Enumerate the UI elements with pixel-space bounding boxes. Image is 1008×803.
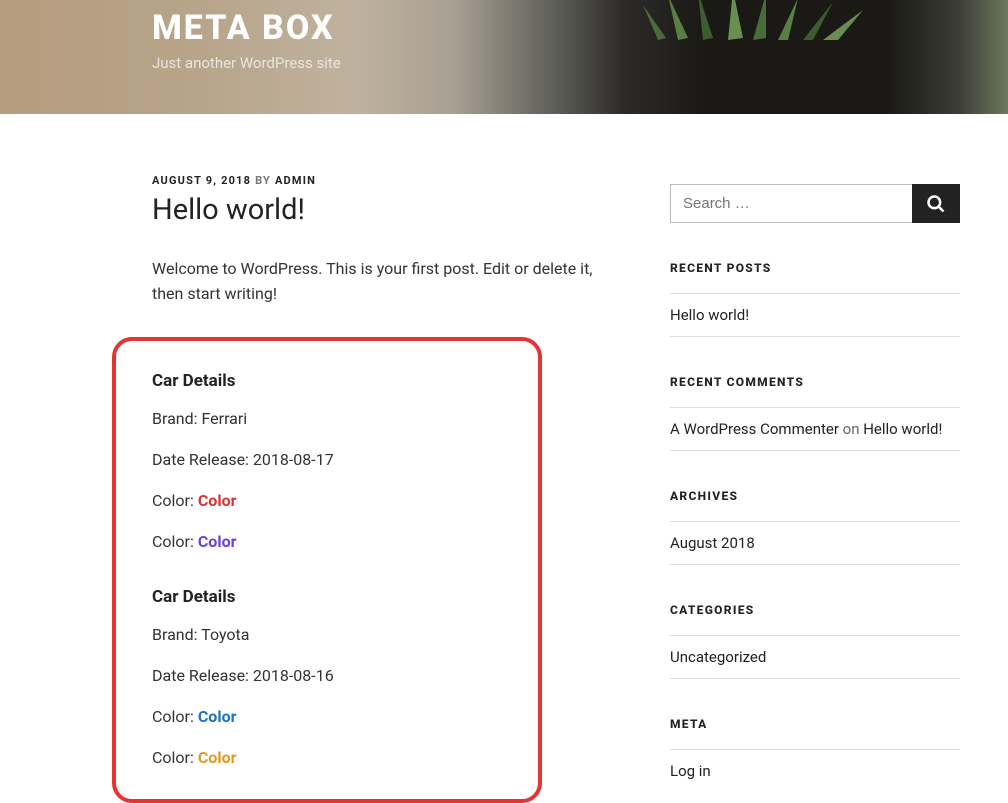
list-item: Log in — [670, 749, 960, 792]
car-brand-line: Brand: Toyota — [152, 625, 502, 644]
site-title[interactable]: META BOX — [152, 8, 1008, 48]
post-intro: Welcome to WordPress. This is your first… — [152, 257, 622, 307]
car-heading: Car Details — [152, 371, 502, 391]
login-link[interactable]: Log in — [670, 762, 711, 780]
hero-banner: META BOX Just another WordPress site — [0, 0, 1008, 114]
comment-target-link[interactable]: Hello world! — [863, 420, 942, 438]
on-label: on — [839, 420, 863, 438]
car-color-line: Color: Color — [152, 748, 502, 767]
recent-comments-widget: RECENT COMMENTS A WordPress Commenter on… — [670, 375, 960, 451]
search-form — [670, 184, 960, 223]
widget-title: RECENT POSTS — [670, 261, 960, 275]
widget-title: RECENT COMMENTS — [670, 375, 960, 389]
car-date-line: Date Release: 2018-08-17 — [152, 450, 502, 469]
widget-title: ARCHIVES — [670, 489, 960, 503]
search-icon — [926, 194, 946, 214]
site-tagline: Just another WordPress site — [152, 54, 1008, 72]
category-link[interactable]: Uncategorized — [670, 648, 766, 666]
car-brand-line: Brand: Ferrari — [152, 409, 502, 428]
post-meta: AUGUST 9, 2018 BY ADMIN — [152, 174, 622, 187]
car-block: Car Details Brand: Toyota Date Release: … — [152, 587, 502, 767]
post-date-link[interactable]: AUGUST 9, 2018 — [152, 174, 251, 187]
categories-widget: CATEGORIES Uncategorized — [670, 603, 960, 679]
recent-post-link[interactable]: Hello world! — [670, 306, 749, 324]
car-details-highlight: Car Details Brand: Ferrari Date Release:… — [112, 337, 542, 803]
list-item: Hello world! — [670, 293, 960, 337]
car-block: Car Details Brand: Ferrari Date Release:… — [152, 371, 502, 551]
archive-link[interactable]: August 2018 — [670, 534, 755, 552]
car-date-line: Date Release: 2018-08-16 — [152, 666, 502, 685]
search-button[interactable] — [912, 184, 960, 223]
list-item: Uncategorized — [670, 635, 960, 679]
sidebar: RECENT POSTS Hello world! RECENT COMMENT… — [670, 174, 978, 803]
widget-title: CATEGORIES — [670, 603, 960, 617]
meta-widget: META Log in — [670, 717, 960, 792]
widget-title: META — [670, 717, 960, 731]
list-item: A WordPress Commenter on Hello world! — [670, 407, 960, 451]
car-heading: Car Details — [152, 587, 502, 607]
car-color-line: Color: Color — [152, 491, 502, 510]
post-title: Hello world! — [152, 193, 622, 227]
by-label: BY — [255, 174, 271, 187]
main-content: AUGUST 9, 2018 BY ADMIN Hello world! Wel… — [152, 174, 622, 803]
post-author-link[interactable]: ADMIN — [275, 174, 316, 187]
car-color-line: Color: Color — [152, 532, 502, 551]
car-color-line: Color: Color — [152, 707, 502, 726]
list-item: August 2018 — [670, 521, 960, 565]
search-input[interactable] — [670, 184, 912, 223]
archives-widget: ARCHIVES August 2018 — [670, 489, 960, 565]
commenter-link[interactable]: A WordPress Commenter — [670, 420, 839, 438]
recent-posts-widget: RECENT POSTS Hello world! — [670, 261, 960, 337]
